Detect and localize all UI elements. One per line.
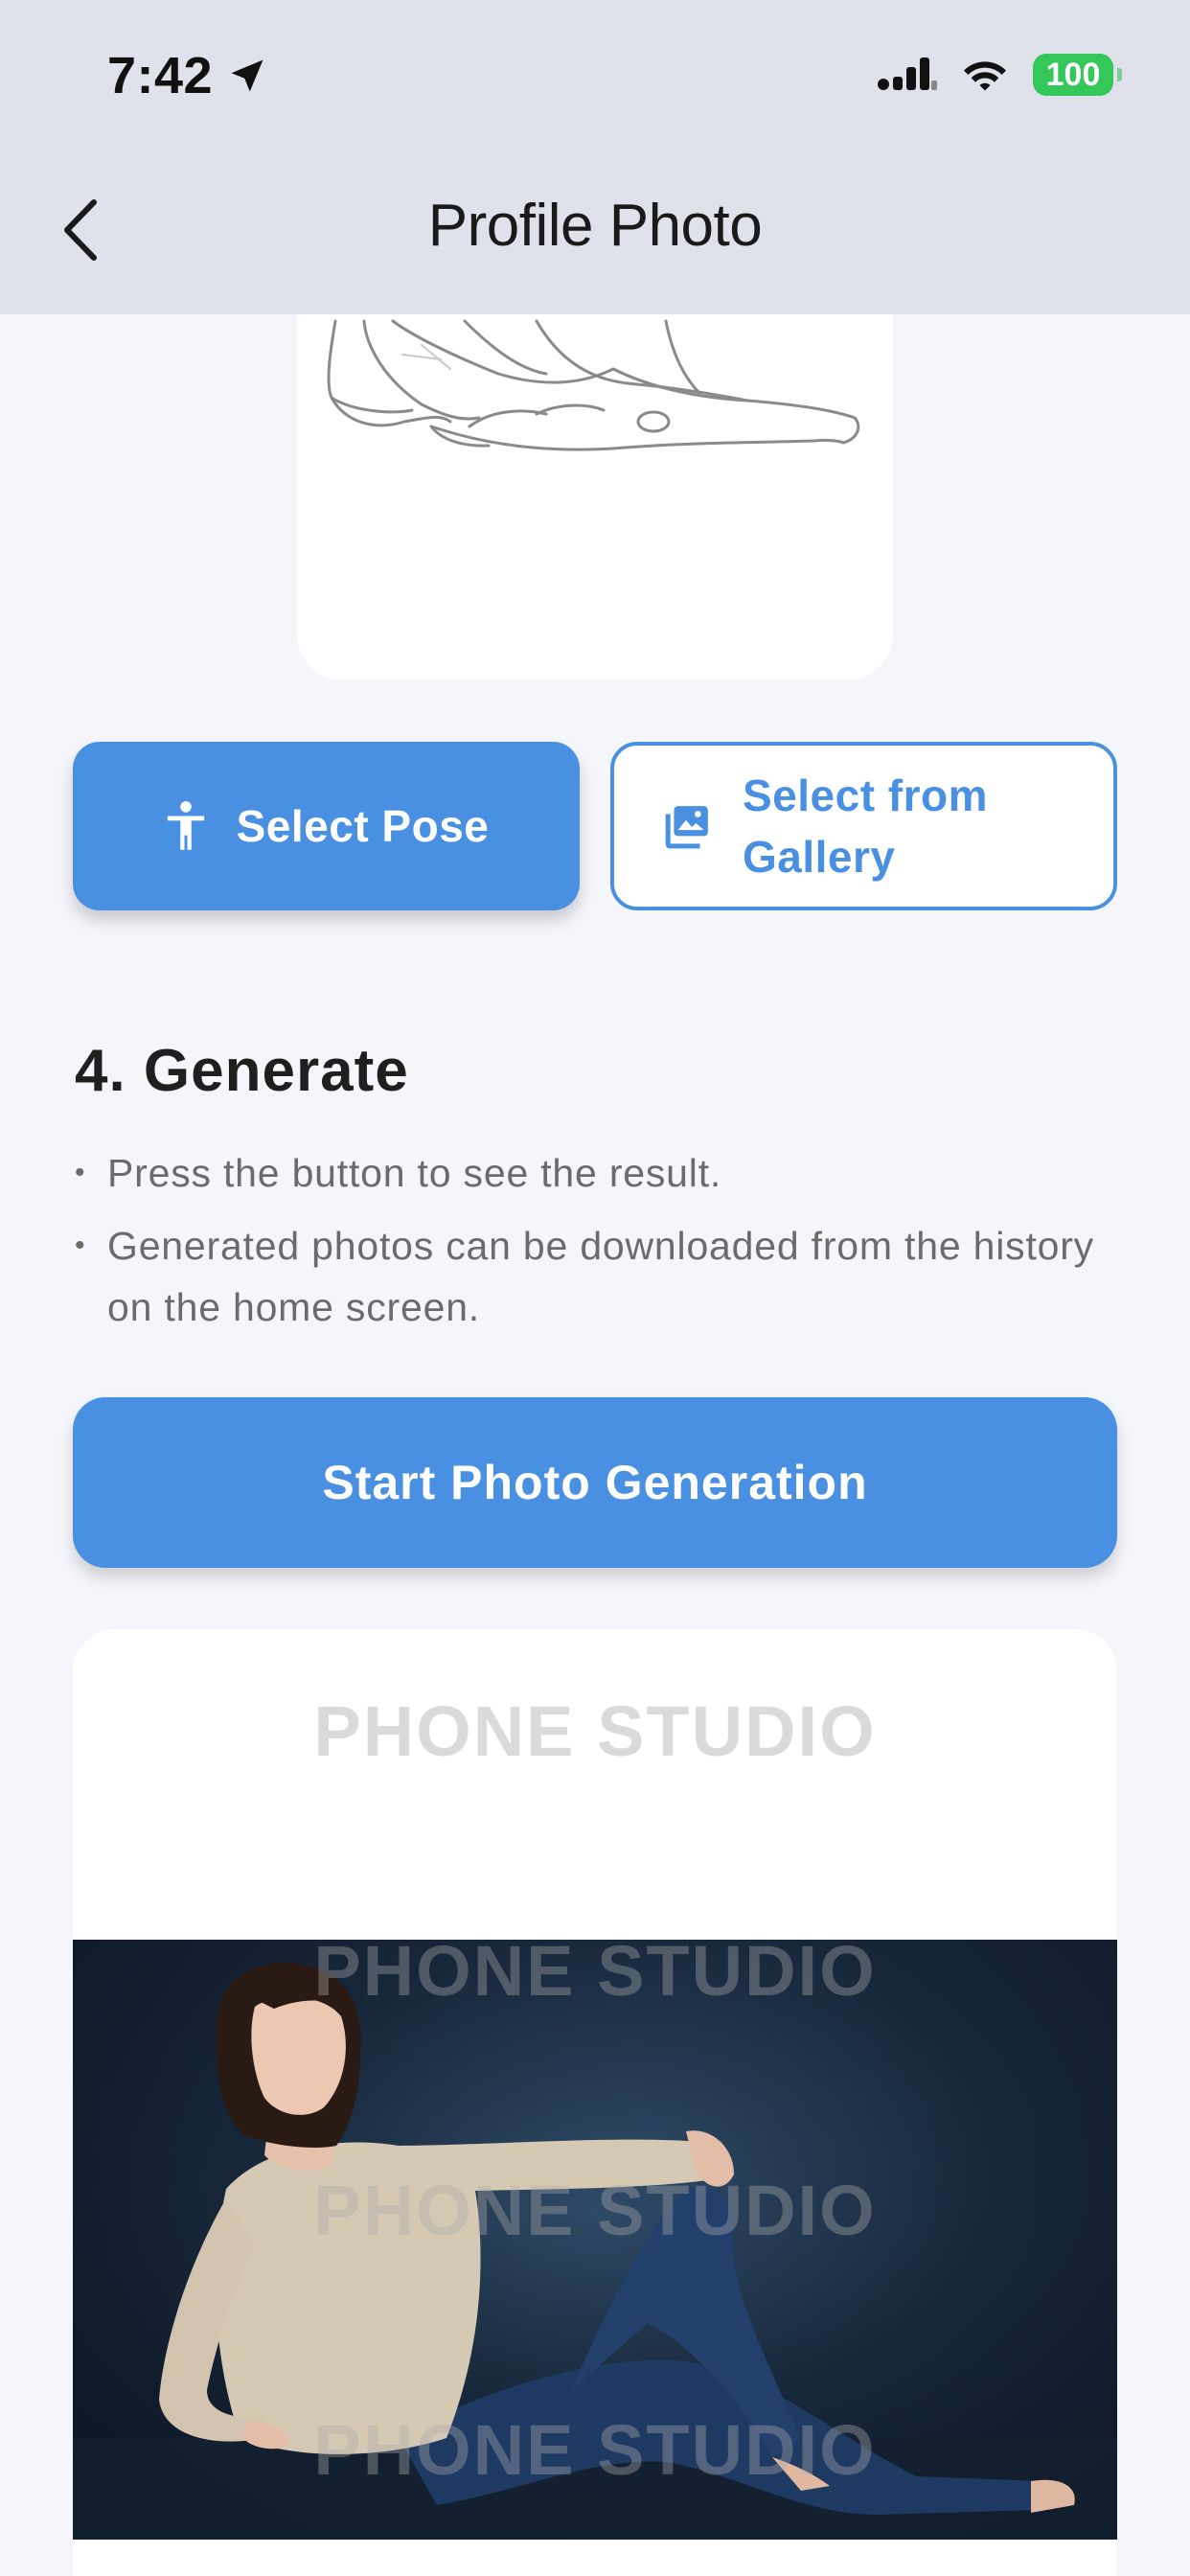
watermark: PHONE STUDIO: [313, 2171, 877, 2250]
start-photo-generation-button[interactable]: Start Photo Generation: [73, 1397, 1117, 1568]
generate-instructions: • Press the button to see the result. • …: [75, 1142, 1129, 1349]
battery-level: 100: [1045, 56, 1101, 93]
top-bar: 7:42 100 Profile Photo: [0, 0, 1190, 314]
status-time-text: 7:42: [107, 47, 214, 104]
location-arrow-icon: [231, 59, 263, 92]
result-card: PHONE STUDIO PHONE STUDIO PHONE STUDIO P…: [73, 1629, 1117, 2576]
cellular-signal-icon: [878, 58, 937, 90]
watermark: PHONE STUDIO: [313, 1931, 877, 2011]
bullet-dot: •: [75, 1157, 86, 1188]
accessibility-person-icon: [167, 801, 204, 850]
instruction-item: • Press the button to see the result.: [75, 1142, 1129, 1204]
select-pose-button[interactable]: Select Pose: [73, 742, 580, 910]
battery-icon: 100: [1033, 54, 1122, 96]
screen: 7:42 100 Profile Photo Select Pose Selec…: [0, 0, 1190, 2576]
watermark: PHONE STUDIO: [313, 2410, 877, 2490]
page-title: Profile Photo: [427, 193, 763, 259]
start-photo-generation-label: Start Photo Generation: [322, 1456, 868, 1509]
instruction-text: Press the button to see the result.: [107, 1151, 722, 1195]
select-from-gallery-button[interactable]: Select from Gallery: [610, 742, 1117, 910]
photo-icon: [665, 806, 708, 849]
select-pose-label: Select Pose: [236, 801, 490, 851]
instruction-text: Generated photos can be downloaded from …: [107, 1224, 1094, 1329]
result-card-footer: [73, 2540, 1117, 2576]
select-from-gallery-label: Select from Gallery: [743, 770, 989, 882]
instruction-item: • Generated photos can be downloaded fro…: [75, 1215, 1129, 1338]
wifi-icon: [964, 61, 1006, 91]
status-icons: 100: [876, 54, 1122, 96]
status-time: 7:42: [107, 46, 268, 105]
watermark: PHONE STUDIO: [313, 1691, 877, 1771]
bullet-dot: •: [75, 1230, 86, 1261]
generate-section-title: 4. Generate: [75, 1038, 409, 1104]
